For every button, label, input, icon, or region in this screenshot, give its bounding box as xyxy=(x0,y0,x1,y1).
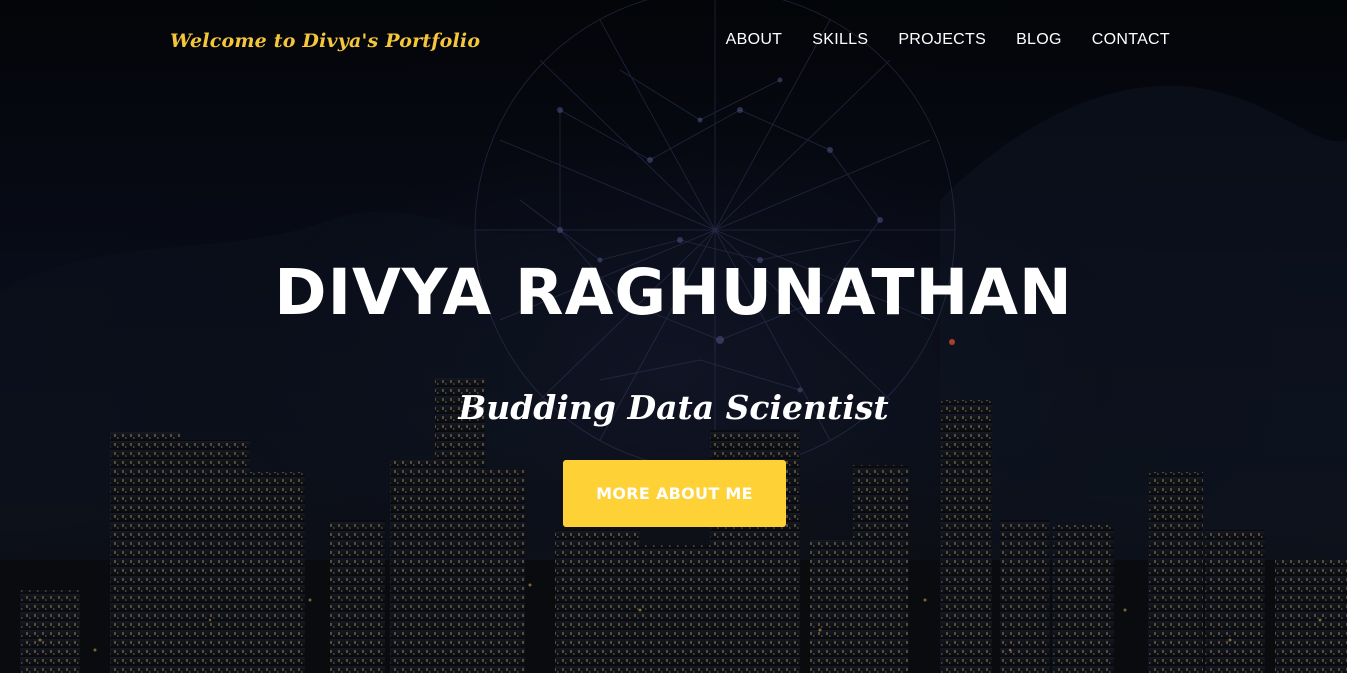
brand-logo-link[interactable]: Welcome to Divya's Portfolio xyxy=(170,30,480,52)
hero-section: Welcome to Divya's Portfolio ABOUT SKILL… xyxy=(0,0,1347,673)
hero-background-image xyxy=(0,0,1347,673)
hero-subtitle: Budding Data Scientist xyxy=(458,388,889,427)
nav-item-about: ABOUT xyxy=(726,31,783,49)
navbar: Welcome to Divya's Portfolio ABOUT SKILL… xyxy=(0,0,1347,84)
nav-link-about[interactable]: ABOUT xyxy=(726,31,783,48)
nav-link-blog[interactable]: BLOG xyxy=(1016,31,1062,48)
nav-menu: ABOUT SKILLS PROJECTS BLOG CONTACT xyxy=(726,31,1170,49)
nav-link-skills[interactable]: SKILLS xyxy=(812,31,868,48)
hero-title: DIVYA RAGHUNATHAN xyxy=(274,256,1073,329)
nav-item-blog: BLOG xyxy=(1016,31,1062,49)
nav-item-skills: SKILLS xyxy=(812,31,868,49)
more-about-me-button[interactable]: MORE ABOUT ME xyxy=(563,460,786,527)
nav-item-contact: CONTACT xyxy=(1092,31,1170,49)
nav-link-contact[interactable]: CONTACT xyxy=(1092,31,1170,48)
nav-item-projects: PROJECTS xyxy=(898,31,986,49)
nav-link-projects[interactable]: PROJECTS xyxy=(898,31,986,48)
